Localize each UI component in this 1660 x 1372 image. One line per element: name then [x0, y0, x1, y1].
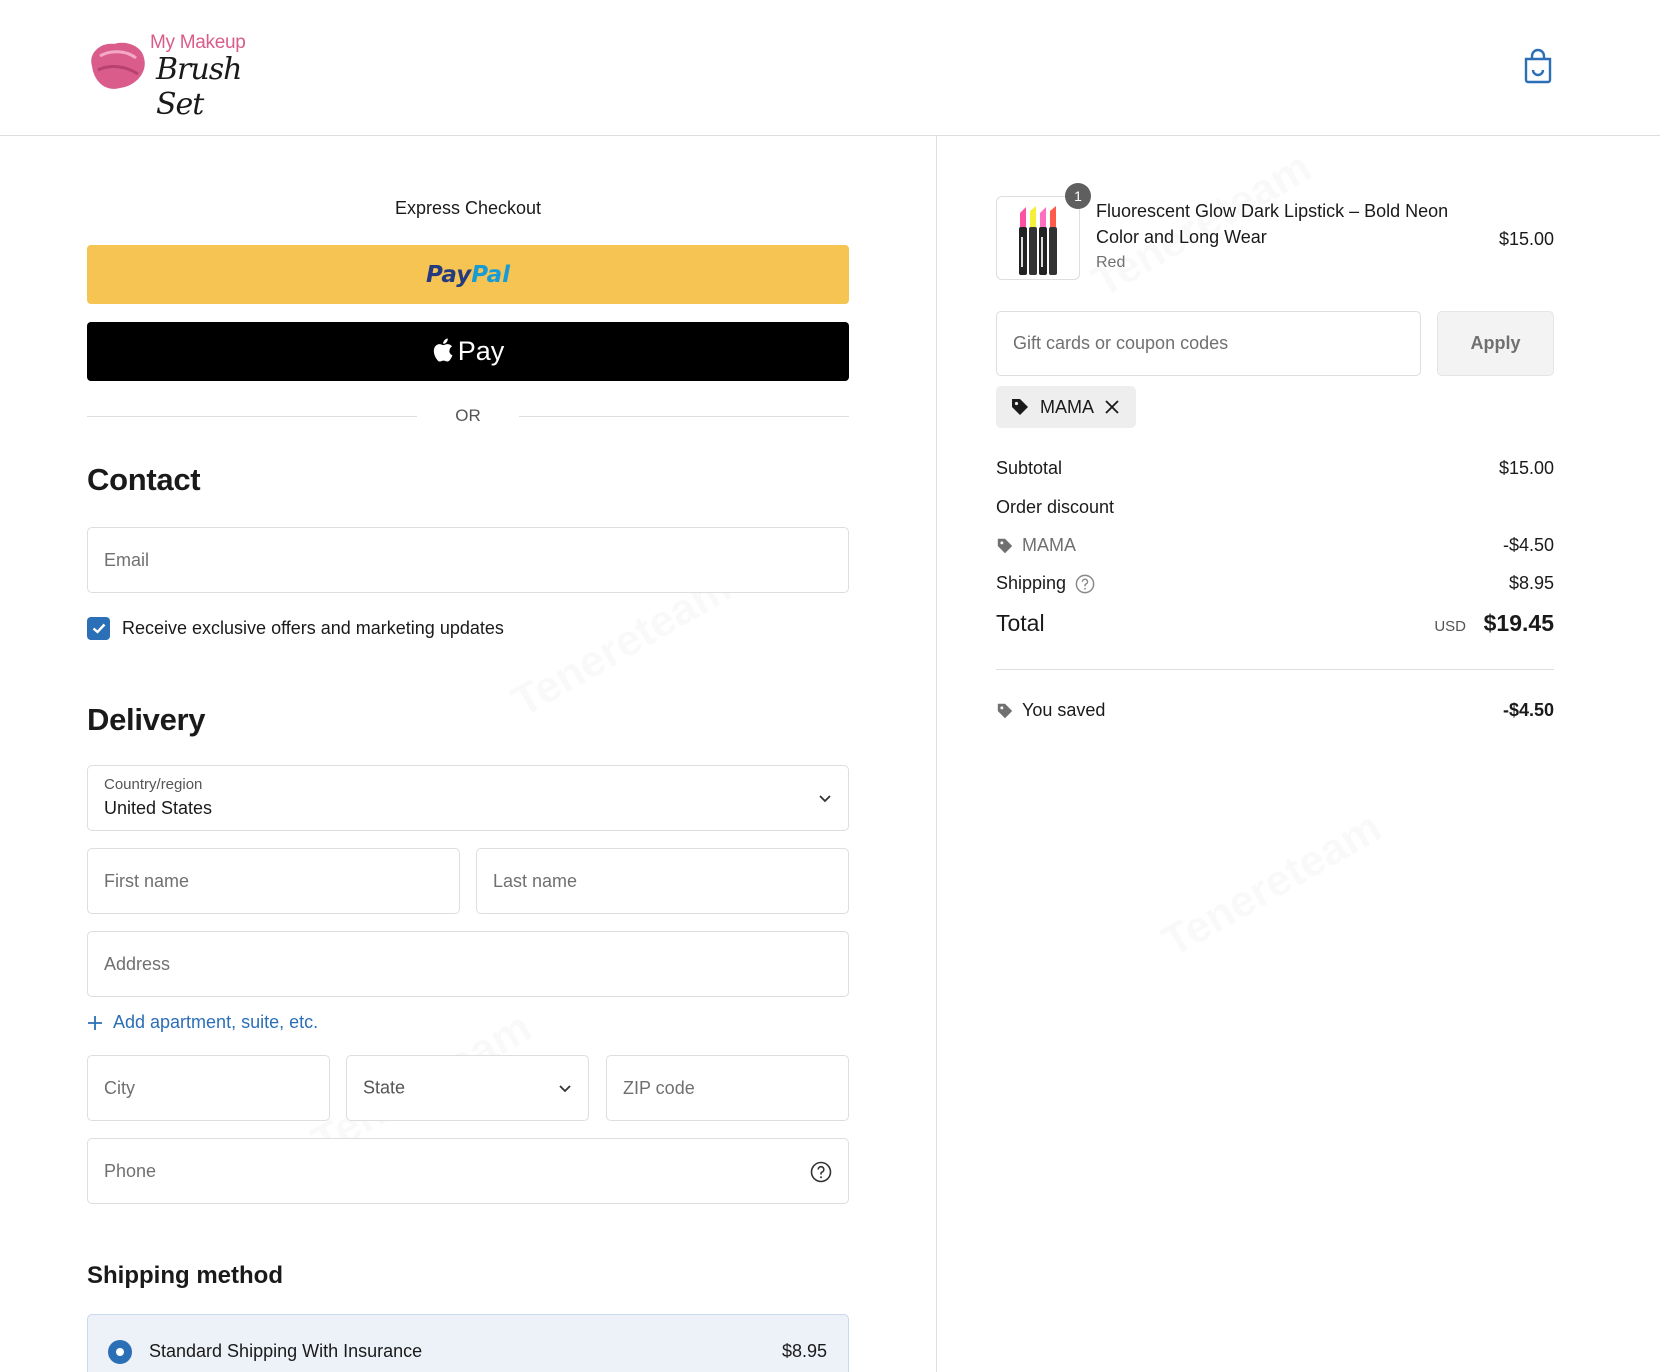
zip-input[interactable] — [623, 1056, 832, 1120]
discount-value: -$4.50 — [1502, 535, 1554, 555]
store-logo[interactable]: My Makeup Brush Set — [86, 30, 256, 122]
apple-pay-label: Pay — [457, 336, 505, 366]
shipping-option-price: $8.95 — [781, 1341, 827, 1361]
tag-icon — [997, 703, 1013, 718]
paypal-button[interactable]: Pay Pal — [87, 245, 849, 304]
last-name-input[interactable] — [493, 849, 832, 913]
zip-field[interactable] — [606, 1055, 849, 1121]
contact-heading: Contact — [87, 462, 201, 497]
first-name-field[interactable] — [87, 848, 460, 914]
product-name: Fluorescent Glow Dark Lipstick – Bold Ne… — [1096, 201, 1449, 247]
city-input[interactable] — [104, 1056, 313, 1120]
shipping-option[interactable]: Standard Shipping With Insurance $8.95 — [87, 1314, 849, 1372]
first-name-input[interactable] — [104, 849, 443, 913]
watermark: Tenereteam — [1154, 802, 1390, 967]
applied-discount-chip: MAMA — [996, 386, 1136, 428]
city-field[interactable] — [87, 1055, 330, 1121]
order-discount-label: Order discount — [996, 497, 1115, 517]
product-variant: Red — [1096, 254, 1126, 271]
discount-code: MAMA — [996, 535, 1076, 556]
saved-label: You saved — [1022, 700, 1106, 720]
quantity-badge: 1 — [1065, 183, 1091, 209]
country-select[interactable]: Country/region United States — [87, 765, 849, 831]
paypal-label-accent: Pal — [471, 261, 510, 288]
apple-icon — [433, 338, 453, 362]
total-currency: USD — [1434, 618, 1466, 635]
shipping-method-heading: Shipping method — [87, 1262, 283, 1289]
phone-field[interactable] — [87, 1138, 849, 1204]
help-circle-icon[interactable] — [1075, 574, 1095, 594]
chevron-down-icon — [819, 795, 831, 803]
savings-label-group: You saved — [996, 700, 1105, 721]
summary-divider — [996, 669, 1554, 670]
coupon-field[interactable] — [996, 311, 1421, 376]
tag-icon — [1012, 399, 1028, 415]
add-apartment-label: Add apartment, suite, etc. — [113, 1012, 319, 1032]
discount-code-label: MAMA — [1022, 535, 1076, 555]
brush-stroke-logo-icon — [91, 42, 145, 89]
last-name-field[interactable] — [476, 848, 849, 914]
express-checkout-title: Express Checkout — [394, 198, 542, 218]
total-row: Total USD $19.45 — [996, 610, 1554, 642]
applied-code: MAMA — [1040, 396, 1094, 417]
email-input[interactable] — [104, 528, 832, 592]
plus-icon — [88, 1015, 102, 1030]
marketing-checkbox[interactable] — [87, 616, 110, 640]
state-placeholder: State — [363, 1077, 406, 1098]
country-label: Country/region — [104, 776, 203, 793]
logo-script-text: Brush Set — [156, 52, 242, 122]
product-price: $15.00 — [1498, 229, 1554, 249]
column-divider — [936, 136, 937, 1372]
add-apartment-link[interactable]: Add apartment, suite, etc. — [87, 1012, 318, 1033]
shipping-option-radio[interactable] — [108, 1340, 132, 1364]
apply-button[interactable]: Apply — [1437, 311, 1554, 376]
saved-value: -$4.50 — [1502, 700, 1554, 720]
product-thumbnail: 1 — [996, 183, 1091, 280]
email-field[interactable] — [87, 527, 849, 593]
phone-input[interactable] — [104, 1139, 832, 1203]
site-header: My Makeup Brush Set — [0, 0, 1660, 136]
marketing-label: Receive exclusive offers and marketing u… — [122, 617, 504, 638]
logo-text: My Makeup — [150, 32, 246, 53]
marketing-opt-in[interactable]: Receive exclusive offers and marketing u… — [87, 616, 504, 640]
subtotal-label: Subtotal — [996, 458, 1063, 478]
chevron-down-icon — [559, 1085, 571, 1093]
state-select[interactable]: State — [346, 1055, 589, 1121]
or-label: OR — [455, 406, 481, 425]
subtotal-value: $15.00 — [1498, 458, 1554, 478]
shipping-value: $8.95 — [1508, 573, 1554, 593]
country-value: United States — [104, 798, 213, 818]
checkmark-icon — [92, 623, 105, 634]
address-input[interactable] — [104, 932, 832, 996]
apple-pay-button[interactable]: Pay — [87, 322, 849, 381]
paypal-label: Pay — [426, 261, 472, 288]
total-label: Total — [996, 610, 1045, 636]
tag-icon — [997, 538, 1013, 553]
help-circle-icon[interactable] — [810, 1161, 832, 1183]
shipping-option-name: Standard Shipping With Insurance — [149, 1341, 423, 1361]
shipping-label: Shipping — [996, 573, 1067, 593]
total-amount: $19.45 — [1483, 610, 1554, 636]
close-icon[interactable] — [1104, 399, 1120, 415]
lipstick-image — [1019, 206, 1057, 275]
shipping-label-group: Shipping — [996, 573, 1095, 594]
address-field[interactable] — [87, 931, 849, 997]
shopping-bag-icon[interactable] — [1522, 48, 1554, 84]
or-separator: OR — [87, 404, 849, 428]
coupon-input[interactable] — [1013, 312, 1404, 375]
delivery-heading: Delivery — [87, 702, 206, 737]
